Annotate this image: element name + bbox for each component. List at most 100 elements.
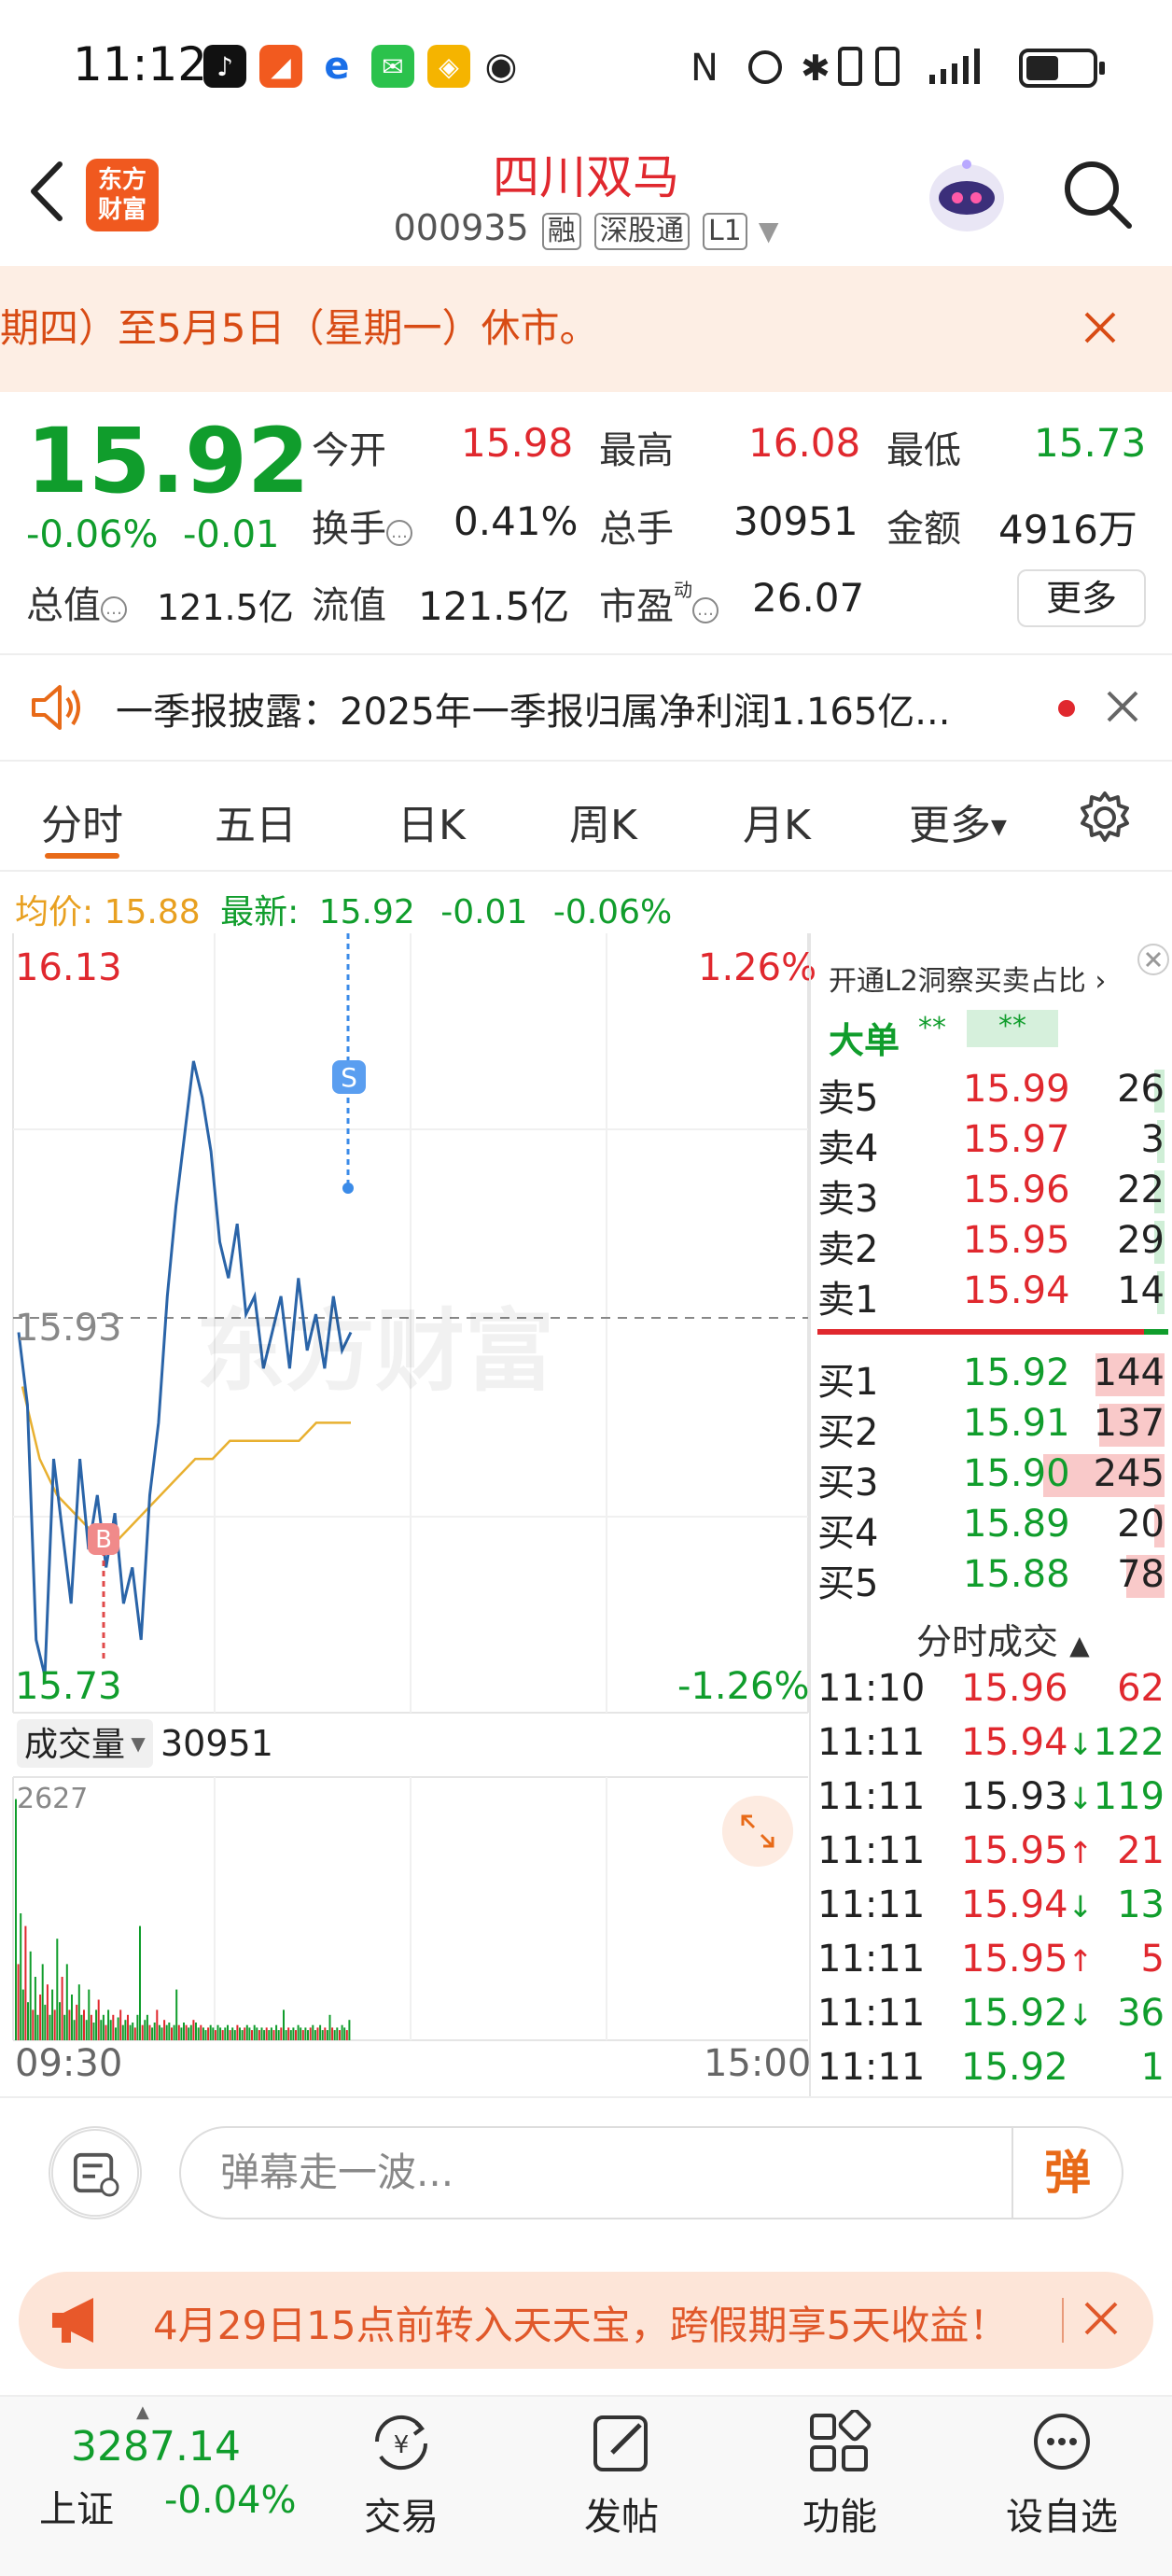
volume-bar [236, 2024, 239, 2040]
volume-bar [21, 1989, 24, 2040]
nav-add-watchlist[interactable]: 设自选 [987, 2401, 1137, 2559]
volume-bar [295, 2030, 297, 2040]
nav-functions[interactable]: 功能 [765, 2401, 914, 2559]
svg-text:B: B [95, 1526, 112, 1554]
browser-icon: e [315, 45, 358, 88]
info-icon: … [692, 597, 719, 623]
volume-bar [20, 1913, 22, 2040]
volume-bar [300, 2027, 302, 2040]
volume-bar [307, 2030, 309, 2040]
volume-bar [189, 2024, 192, 2040]
promo-text: 4月29日15点前转入天天宝，跨假期享5天收益！ [153, 2303, 1009, 2348]
volume-bar [214, 2030, 216, 2040]
note-settings-icon[interactable] [49, 2126, 142, 2219]
volume-bar [171, 2027, 173, 2040]
tick-row: 11:11 15.92 1 [817, 2046, 1168, 2100]
tick-price: 15.94↓ [961, 1883, 1094, 1926]
tab-weekly-k[interactable]: 周K [569, 791, 637, 851]
tick-volume: 13 [1117, 1883, 1165, 1926]
index-change: -0.04% [164, 2479, 297, 2522]
volume-bar [268, 2030, 271, 2040]
search-icon[interactable] [1058, 155, 1137, 233]
level-qty: 14 [1117, 1269, 1165, 1312]
volume-bar [233, 2030, 236, 2040]
intraday-chart[interactable]: S B [0, 933, 812, 2100]
close-icon[interactable] [1137, 943, 1170, 976]
volume-bar [283, 2009, 285, 2040]
divider [0, 760, 1172, 762]
volume-bar [204, 2030, 207, 2040]
level-label: 卖3 [817, 1178, 879, 1221]
notice-text[interactable]: 一季报披露：2025年一季报归属净利润1.165亿... [116, 681, 950, 735]
volume-bar [51, 1989, 54, 2040]
divider [0, 870, 1172, 872]
close-icon[interactable] [1081, 308, 1120, 347]
level-tag: L1 [702, 213, 747, 250]
chevron-down-icon: ▼ [125, 1732, 146, 1755]
pe-value: 26.07 [752, 575, 865, 621]
ask-row: 卖1 15.94 14 [817, 1269, 1168, 1322]
status-bar: 11:12 ♪ ◢ e ✉ ◈ ◉ N ✱ [0, 0, 1172, 131]
close-icon[interactable] [1081, 2298, 1122, 2339]
volume-bar [139, 1925, 141, 2040]
more-button[interactable]: 更多 [1017, 569, 1146, 627]
volume-bar [29, 1951, 32, 2040]
tab-daily-k[interactable]: 日K [398, 791, 466, 851]
index-value[interactable]: 3287.14 [71, 2423, 241, 2471]
gear-icon[interactable] [1077, 790, 1133, 846]
ai-robot-icon[interactable] [924, 151, 1010, 237]
volume-bar [77, 1984, 80, 2040]
volume-bar [341, 2024, 343, 2040]
volume-bar [15, 1799, 17, 2040]
expand-icon[interactable] [722, 1796, 793, 1867]
tick-time: 11:11 [817, 2046, 926, 2089]
volume-bar [83, 2009, 85, 2040]
level-label: 卖2 [817, 1228, 879, 1271]
unread-dot [1058, 700, 1075, 717]
volume-bar [321, 2030, 324, 2040]
volume-bar [117, 2017, 119, 2040]
volume-bar [256, 2027, 258, 2040]
level-label: 卖1 [817, 1279, 879, 1322]
level-qty: 3 [1140, 1118, 1165, 1161]
axis-pct-low: -1.26% [677, 1665, 810, 1708]
tab-more[interactable]: 更多▼ [909, 791, 1007, 851]
volume-bar [46, 1984, 49, 2040]
svg-text:N: N [691, 47, 719, 90]
nav-post[interactable]: 发帖 [547, 2401, 696, 2559]
volume-bar [333, 2030, 336, 2040]
ticks-header[interactable]: 分时成交 ▲ [916, 1613, 1090, 1664]
volume-bar [297, 2024, 300, 2040]
level-price: 15.91 [963, 1402, 1070, 1445]
index-name: 上证 [39, 2488, 114, 2531]
tab-intraday[interactable]: 分时 [41, 791, 123, 851]
volume-bar [124, 2020, 127, 2040]
nav-trade[interactable]: ¥ 交易 [327, 2401, 476, 2559]
volume-selector[interactable]: 成交量 ▼ [17, 1719, 153, 1768]
big-order-value-2: ** [967, 1010, 1058, 1047]
eye-icon: ◉ [480, 45, 523, 88]
danmu-button[interactable]: 弹 [1012, 2128, 1122, 2218]
level-price: 15.95 [963, 1219, 1070, 1262]
level-label: 买2 [817, 1411, 879, 1454]
tick-row: 11:10 15.96 62 [817, 1667, 1168, 1721]
volume-bar [80, 2014, 83, 2040]
buy-marker: B [88, 1523, 119, 1661]
current-price: 15.92 [26, 409, 310, 513]
danmu-input[interactable]: 弹幕走一波... [179, 2126, 1123, 2219]
speaker-icon [32, 685, 80, 730]
level-price: 15.96 [963, 1169, 1070, 1211]
close-icon[interactable] [1105, 689, 1140, 724]
volume-bar [68, 2009, 71, 2040]
volume-bar [41, 1964, 44, 2040]
volume-bar [73, 2020, 76, 2040]
tab-five-day[interactable]: 五日 [215, 791, 297, 851]
tab-monthly-k[interactable]: 月K [743, 791, 811, 851]
level-price: 15.94 [963, 1269, 1070, 1312]
volume-bar [151, 2027, 154, 2040]
l2-promo-link[interactable]: 开通L2洞察买卖占比 › [829, 958, 1106, 999]
svg-text:✱: ✱ [801, 48, 830, 89]
volume-bar [280, 2027, 283, 2040]
volume-bar [17, 1964, 20, 2040]
turnover-label: 换手… [312, 498, 412, 553]
